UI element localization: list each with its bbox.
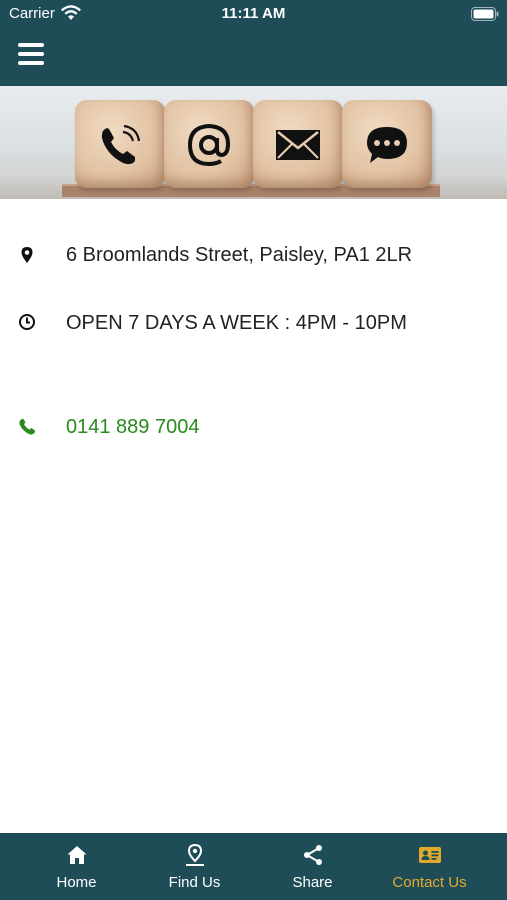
tab-find-us-label: Find Us — [168, 874, 221, 891]
email-at-cube — [164, 100, 254, 188]
tab-contact-us-label: Contact Us — [392, 874, 467, 891]
location-pin-icon — [186, 843, 204, 866]
clock-icon — [19, 314, 35, 330]
bottom-tab-bar: Home Find Us Share Contact Us — [0, 833, 507, 900]
location-pin-icon — [21, 247, 33, 263]
tab-home-label: Home — [56, 874, 97, 891]
phone-number-link[interactable]: 0141 889 7004 — [66, 416, 199, 439]
hamburger-menu-icon[interactable] — [18, 43, 46, 69]
chat-bubble-icon — [367, 127, 407, 163]
status-bar: Carrier 11:11 AM — [0, 0, 507, 28]
chat-cube — [342, 100, 432, 188]
envelope-icon — [276, 130, 320, 160]
phone-row[interactable]: 0141 889 7004 — [0, 413, 507, 453]
contact-card-icon — [419, 847, 441, 863]
address-row: 6 Broomlands Street, Paisley, PA1 2LR — [0, 241, 507, 281]
share-icon — [304, 845, 322, 865]
opening-hours-text: OPEN 7 DAYS A WEEK : 4PM - 10PM — [66, 312, 407, 334]
tab-share-label: Share — [292, 874, 333, 891]
tab-share[interactable]: Share — [254, 833, 371, 900]
status-time: 11:11 AM — [221, 5, 286, 22]
tab-contact-us[interactable]: Contact Us — [371, 833, 488, 900]
contact-banner-image — [0, 86, 507, 199]
battery-icon — [471, 7, 499, 21]
tab-home[interactable]: Home — [18, 833, 135, 900]
home-icon — [67, 846, 87, 864]
phone-icon — [101, 124, 141, 165]
envelope-cube — [253, 100, 343, 188]
phone-icon — [19, 419, 35, 435]
navigation-bar — [0, 28, 507, 86]
tab-find-us[interactable]: Find Us — [136, 833, 253, 900]
address-text: 6 Broomlands Street, Paisley, PA1 2LR — [66, 244, 413, 266]
hours-row: OPEN 7 DAYS A WEEK : 4PM - 10PM — [0, 309, 507, 349]
at-sign-icon — [187, 123, 231, 167]
phone-cube — [75, 100, 165, 188]
